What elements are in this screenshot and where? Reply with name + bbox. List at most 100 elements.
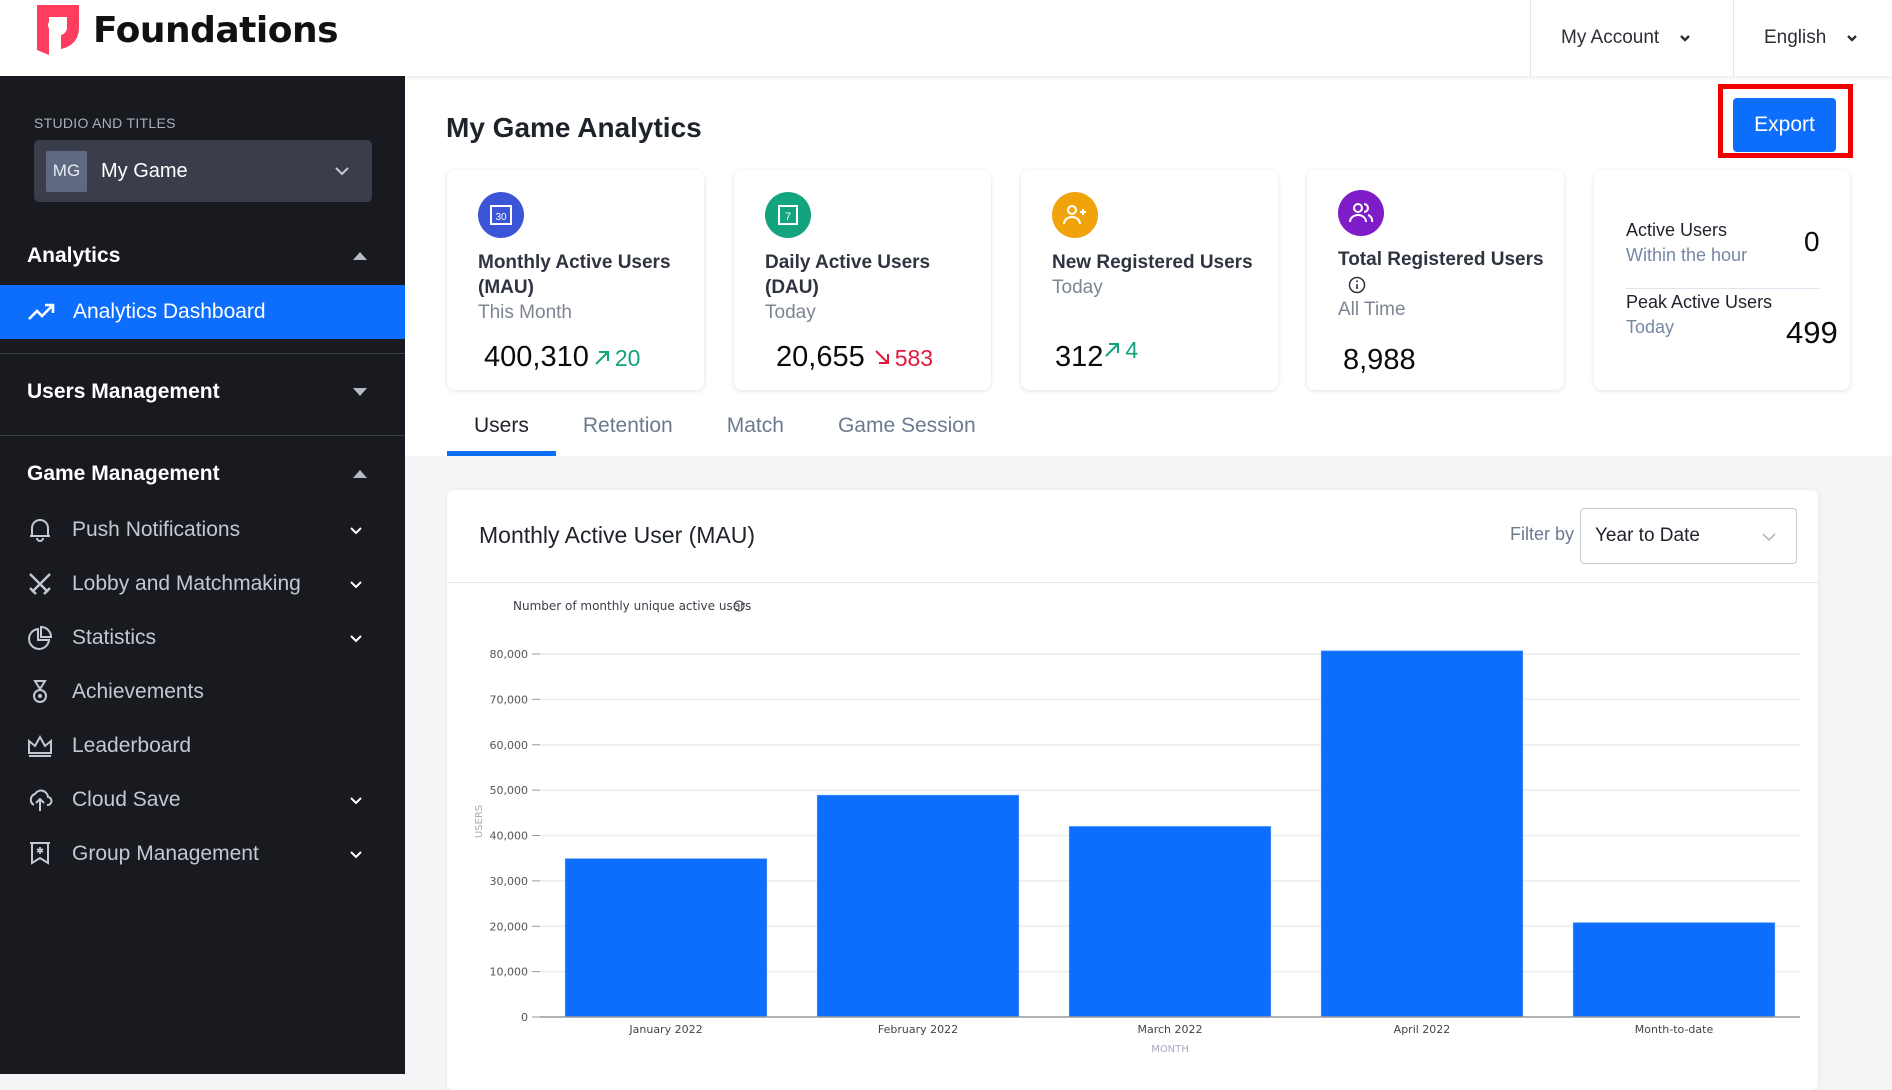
sidebar-item-analytics-dashboard[interactable]: Analytics Dashboard — [0, 285, 405, 339]
chevron-down-icon — [350, 635, 362, 643]
peak-users-value: 499 — [1786, 315, 1838, 350]
tab-retention[interactable]: Retention — [556, 394, 700, 456]
filter-label: Filter by — [1510, 524, 1575, 544]
language-menu[interactable]: English — [1733, 0, 1892, 76]
trend-delta: 583 — [873, 345, 933, 372]
bar-january-2022 — [564, 858, 768, 1018]
language-label: English — [1764, 27, 1827, 48]
card-value: 312 4 — [1055, 337, 1139, 373]
stat-card-dau: 7 Daily Active Users (DAU) Today 20,655 5… — [734, 170, 991, 390]
caret-down-icon — [353, 388, 367, 396]
stat-card-mau: 30 Monthly Active Users (MAU) This Month … — [447, 170, 704, 390]
export-highlight: Export — [1718, 84, 1853, 158]
users-icon — [1338, 190, 1384, 236]
stat-card-active-users: Active Users Within the hour 0 Peak Acti… — [1594, 170, 1850, 390]
sidebar-item-leaderboard[interactable]: Leaderboard — [27, 726, 367, 766]
card-value: 8,988 — [1343, 344, 1416, 376]
arrow-up-right-icon — [1105, 343, 1120, 357]
card-title: Total Registered Users All Time — [1338, 247, 1548, 322]
x-tick-label: February 2022 — [878, 1023, 958, 1036]
bar-march-2022 — [1068, 826, 1272, 1018]
brand-name: Foundations — [93, 9, 339, 51]
y-tick-label: 40,000 — [490, 830, 529, 843]
sidebar-section-analytics[interactable]: Analytics — [27, 244, 367, 268]
bell-icon — [30, 519, 50, 542]
chevron-down-icon — [1680, 35, 1691, 42]
trend-delta: 20 — [593, 345, 640, 372]
crossed-swords-icon — [29, 573, 51, 595]
game-selector[interactable]: MG My Game — [34, 140, 372, 202]
tab-match[interactable]: Match — [700, 394, 811, 456]
my-account-label: My Account — [1561, 27, 1660, 48]
sidebar-item-cloud-save[interactable]: Cloud Save — [27, 780, 367, 820]
y-tick-label: 20,000 — [490, 920, 529, 933]
sidebar-item-label: Push Notifications — [72, 518, 241, 541]
bar-month-to-date — [1572, 922, 1776, 1018]
chevron-down-icon — [335, 167, 349, 176]
card-subtitle: This Month — [478, 302, 572, 323]
mau-bar-chart: Number of monthly unique active users 0 10… — [474, 599, 1800, 1055]
stat-card-total-registered: Total Registered Users All Time 8,988 — [1307, 170, 1564, 390]
trend-delta: 4 — [1103, 337, 1138, 364]
filter-dropdown[interactable]: Year to Date — [1580, 508, 1797, 564]
chevron-down-icon — [350, 581, 362, 589]
stat-card-new-registered: New Registered Users Today 312 4 — [1021, 170, 1278, 390]
crown-icon — [28, 734, 52, 757]
user-add-icon — [1052, 192, 1098, 238]
x-tick-label: Month-to-date — [1635, 1023, 1714, 1036]
medal-icon — [33, 680, 47, 703]
card-title: Monthly Active Users (MAU) This Month — [478, 250, 688, 325]
pie-chart-icon — [28, 625, 53, 650]
caret-up-icon — [353, 252, 367, 260]
game-avatar: MG — [46, 150, 87, 192]
caret-up-icon — [353, 470, 367, 478]
card-title: Daily Active Users (DAU) Today — [765, 250, 975, 325]
sidebar-item-label: Cloud Save — [72, 788, 181, 811]
card-subtitle: All Time — [1338, 299, 1406, 320]
y-tick-label: 30,000 — [490, 875, 529, 888]
game-name: My Game — [101, 159, 188, 182]
chevron-down-icon — [350, 851, 362, 859]
sidebar-section-game-management[interactable]: Game Management — [27, 462, 367, 486]
sidebar-item-achievements[interactable]: Achievements — [27, 672, 367, 712]
x-tick-label: April 2022 — [1394, 1023, 1451, 1036]
y-axis-label: USERS — [474, 805, 485, 838]
sidebar-item-statistics[interactable]: Statistics — [27, 618, 367, 658]
chart-card-title: Monthly Active User (MAU) — [479, 522, 756, 548]
info-icon[interactable] — [1348, 276, 1366, 294]
card-value: 400,310 20 — [484, 341, 641, 373]
bar-february-2022 — [816, 794, 1020, 1018]
card-value: 20,655 583 — [776, 341, 934, 373]
sidebar-item-group-management[interactable]: Group Management — [27, 834, 367, 874]
sidebar-item-label: Analytics Dashboard — [73, 300, 266, 323]
tab-game-session[interactable]: Game Session — [811, 394, 1003, 456]
sidebar-item-label: Lobby and Matchmaking — [72, 572, 301, 595]
sidebar-item-push-notifications[interactable]: Push Notifications — [27, 510, 367, 550]
calendar-7-icon: 7 — [765, 192, 811, 238]
sidebar-section-users-management[interactable]: Users Management — [27, 380, 367, 404]
export-button[interactable]: Export — [1733, 98, 1836, 152]
sidebar-item-label: Achievements — [72, 680, 204, 703]
card-subtitle: Today — [765, 302, 816, 323]
filter-value: Year to Date — [1595, 525, 1700, 546]
sidebar-divider — [0, 353, 405, 354]
sidebar-divider — [0, 435, 405, 436]
y-tick-label: 50,000 — [490, 784, 529, 797]
x-axis-label: MONTH — [1151, 1044, 1189, 1055]
sidebar-item-label: Statistics — [72, 626, 157, 649]
section-label: Game Management — [27, 462, 220, 485]
brand-logo[interactable]: Foundations — [37, 5, 339, 55]
mau-chart-card: Monthly Active User (MAU) Filter by Year… — [447, 490, 1818, 1090]
my-account-menu[interactable]: My Account — [1530, 0, 1734, 76]
svg-text:7: 7 — [785, 211, 791, 223]
card-title: New Registered Users Today — [1052, 250, 1262, 300]
peak-users-label: Peak Active Users — [1626, 292, 1773, 312]
section-label: Analytics — [27, 244, 121, 267]
arrow-down-right-icon — [874, 350, 889, 364]
y-tick-label: 80,000 — [490, 648, 529, 661]
trend-up-icon — [28, 303, 55, 320]
sidebar-item-lobby-and-matchmaking[interactable]: Lobby and Matchmaking — [27, 564, 367, 604]
calendar-30-icon: 30 — [478, 192, 524, 238]
tab-users[interactable]: Users — [447, 394, 556, 456]
active-users-value: 0 — [1804, 226, 1820, 257]
